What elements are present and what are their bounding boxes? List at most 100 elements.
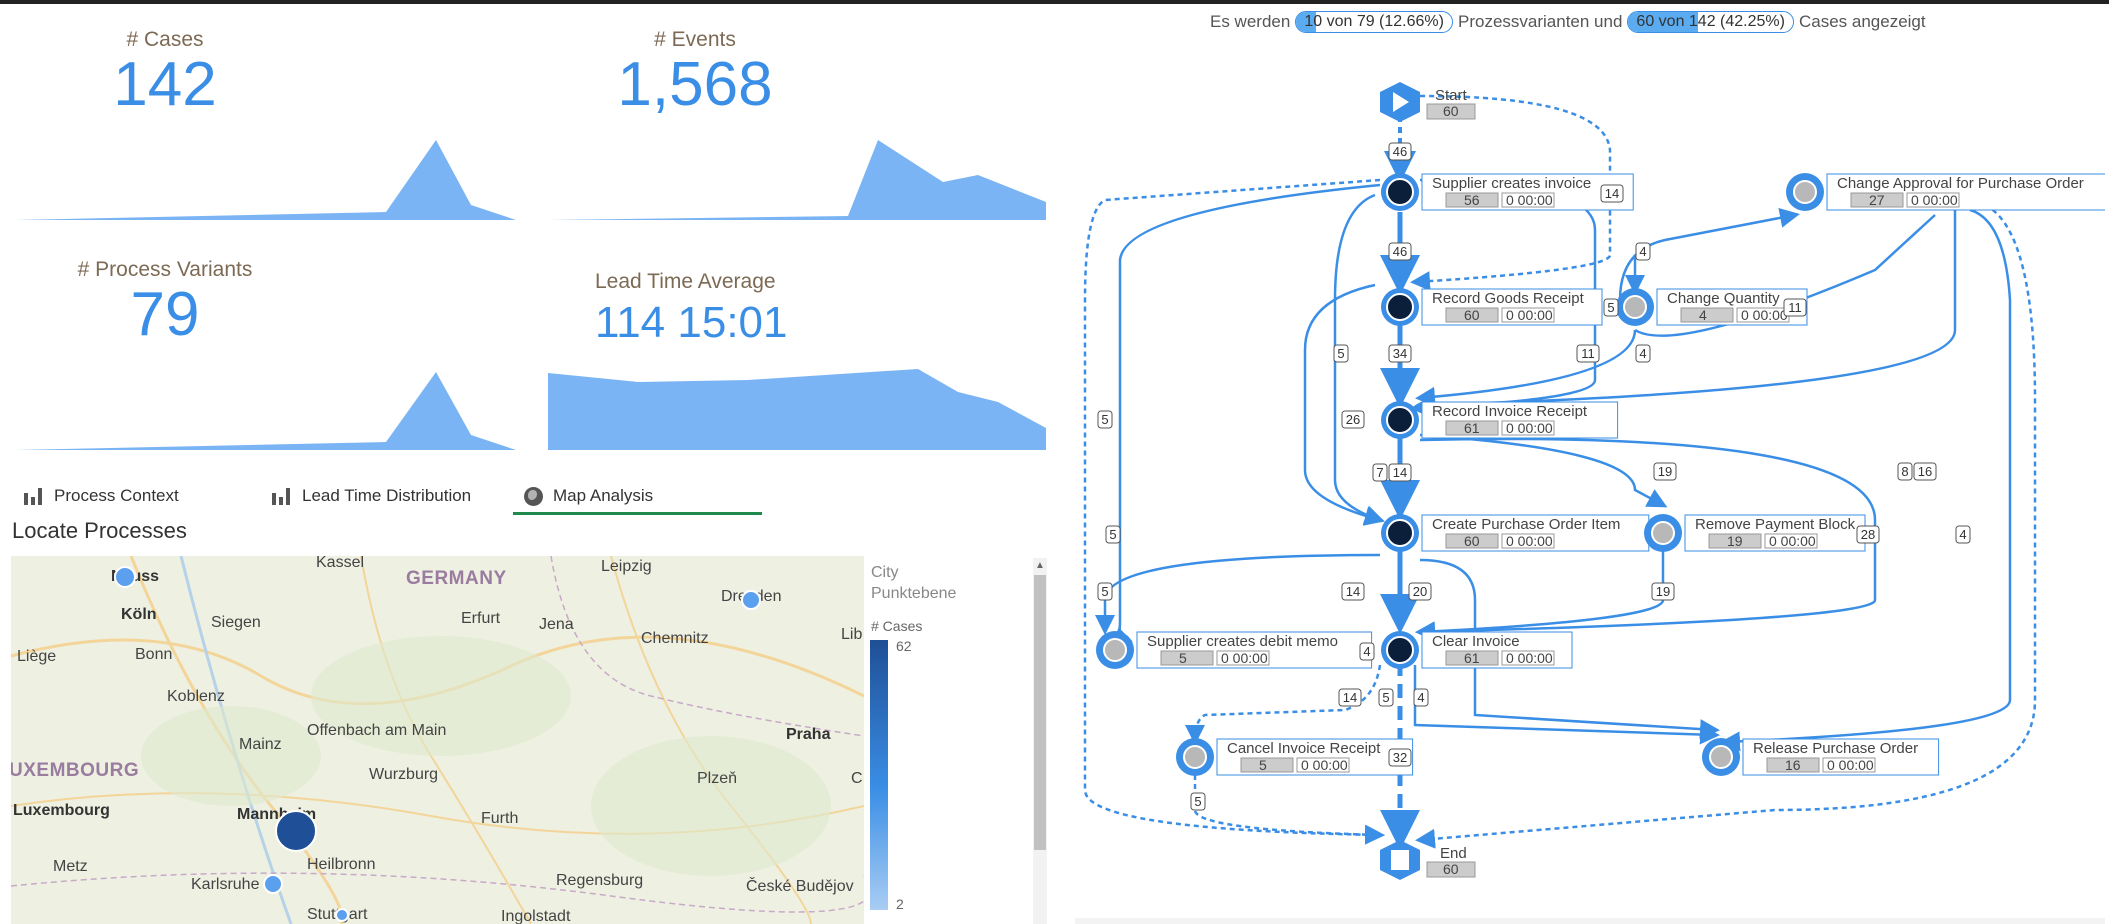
activity-label: Supplier creates debit memo [1147,633,1338,650]
svg-text:4: 4 [1959,527,1966,542]
tab-map-analysis[interactable]: Map Analysis [524,478,653,514]
kpi-cases-title: # Cases [126,28,204,51]
activity-count: 5 [1179,650,1187,666]
edge-label: 46 [1388,242,1412,261]
activity-node[interactable]: Release Purchase Order16 0 00:00 [1702,738,1940,776]
edge-label: 16 [1913,462,1937,481]
tab-process-context-label: Process Context [54,486,179,505]
edge-label: 46 [1388,142,1412,161]
map-marker-neuss[interactable] [114,566,136,588]
edge-label: 14 [1338,688,1362,707]
svg-text:20: 20 [1413,584,1427,599]
legend-min: 2 [896,896,904,912]
activity-node[interactable]: Record Goods Receipt60 0 00:00 [1381,288,1603,326]
process-graph[interactable]: Start 60 End 60 Supplier creates invoice… [1075,0,2105,918]
activity-time: 0 00:00 [1741,307,1788,323]
map-label: Furth [481,810,519,827]
edge-label: 11 [1576,344,1600,363]
activity-node[interactable]: Supplier creates debit memo5 0 00:00 [1096,631,1373,669]
map-label: Wurzburg [369,766,439,783]
map-marker-stuttgart[interactable] [335,908,349,922]
svg-text:5: 5 [1101,584,1108,599]
map-label: Karlsruhe [191,876,260,893]
bar-chart-icon [24,487,44,505]
tab-lead-time-distribution[interactable]: Lead Time Distribution [272,478,471,514]
tab-process-context[interactable]: Process Context [24,478,179,514]
activity-node[interactable]: Change Approval for Purchase Order27 0 00… [1786,173,2105,211]
svg-text:14: 14 [1343,690,1357,705]
svg-text:5: 5 [1382,690,1389,705]
activity-node[interactable]: Supplier creates invoice56 0 00:00 [1381,173,1634,211]
svg-text:11: 11 [1788,300,1802,315]
process-map[interactable]: Neuss Kassel GERMANY Leipzig Dresden Köl… [11,556,864,924]
map-marker-mannheim[interactable] [275,810,317,852]
start-label: Start [1435,87,1468,104]
svg-text:32: 32 [1393,750,1407,765]
svg-text:19: 19 [1656,584,1670,599]
activity-count: 5 [1259,757,1267,773]
map-marker-dresden[interactable] [741,590,761,610]
cases-sparkline [16,140,516,220]
edge-label: 4 [1359,642,1375,661]
activity-count: 61 [1464,420,1480,436]
svg-text:19: 19 [1658,464,1672,479]
map-label: Offenbach am Main [307,722,447,739]
activity-time: 0 00:00 [1301,757,1348,773]
edge-label: 14 [1388,463,1412,482]
activity-label: Change Approval for Purchase Order [1837,175,2084,192]
svg-text:14: 14 [1346,584,1360,599]
activity-time: 0 00:00 [1827,757,1874,773]
activity-label: Release Purchase Order [1753,740,1918,757]
activity-count: 16 [1785,757,1801,773]
scroll-up-icon[interactable]: ▲ [1035,560,1045,571]
activity-time: 0 00:00 [1506,307,1553,323]
svg-text:5: 5 [1194,794,1201,809]
edge-label: 5 [1105,525,1121,544]
map-marker-karlsruhe[interactable] [263,874,283,894]
tab-map-analysis-label: Map Analysis [553,486,654,505]
svg-text:16: 16 [1918,464,1932,479]
map-label: Kassel [316,556,365,571]
edge-label: 7 [1372,463,1388,482]
map-label: Regensburg [556,872,644,889]
edge-label: 32 [1388,748,1412,767]
legend-scrollbar-thumb[interactable] [1034,575,1046,850]
activity-node[interactable]: Remove Payment Block19 0 00:00 [1644,514,1866,552]
variants-sparkline [16,372,516,450]
activity-node[interactable]: Cancel Invoice Receipt5 0 00:00 [1176,738,1414,776]
kpi-variants-value: 79 [130,280,200,349]
svg-text:4: 4 [1639,346,1646,361]
edge-label: 19 [1653,462,1677,481]
activity-count: 4 [1699,307,1707,323]
map-label: Ingolstadt [501,908,571,924]
map-label: Plzeň [697,770,738,787]
activity-label: Clear Invoice [1432,633,1520,650]
kpi-lead-time-title: Lead Time Average [595,270,776,293]
globe-icon [524,486,543,506]
map-label: Liège [17,648,57,665]
map-label: Bonn [135,646,173,663]
activity-label: Create Purchase Order Item [1432,516,1620,533]
legend-title: City [871,564,899,581]
end-label: End [1440,845,1467,862]
svg-text:46: 46 [1393,144,1407,159]
edge-label: 5 [1097,582,1113,601]
kpi-lead-time-value: 114 15:01 [595,298,788,347]
end-count: 60 [1443,861,1459,877]
activity-count: 56 [1464,192,1480,208]
legend-color-scale [870,640,888,910]
edge-label: 20 [1408,582,1432,601]
activity-time: 0 00:00 [1911,192,1958,208]
svg-text:46: 46 [1393,244,1407,259]
activity-time: 0 00:00 [1769,533,1816,549]
map-label: UXEMBOURG [11,760,140,781]
end-node[interactable]: End 60 [1380,840,1476,880]
activity-node[interactable]: Clear Invoice61 0 00:00 [1381,631,1573,669]
start-node[interactable]: Start 60 [1380,82,1476,122]
activity-label: Supplier creates invoice [1432,175,1591,192]
kpi-cases: # Cases 142 [60,28,270,117]
activity-time: 0 00:00 [1506,533,1553,549]
activity-node[interactable]: Create Purchase Order Item60 0 00:00 [1381,514,1650,552]
activity-node[interactable]: Change Quantity4 0 00:00 [1616,288,1808,326]
kpi-lead-time: Lead Time Average 114 15:01 [595,270,825,346]
